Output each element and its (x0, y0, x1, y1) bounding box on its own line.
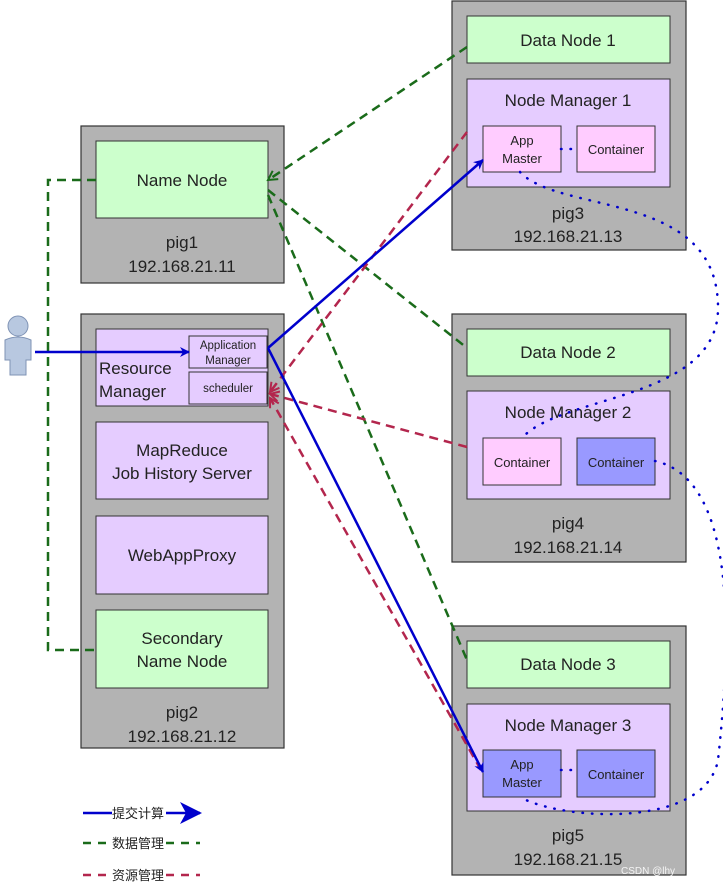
data-node-label: Data Node 1 (520, 31, 615, 50)
server-pig3: Data Node 1 Node Manager 1 App Master Co… (451, 0, 687, 251)
server-ip: 192.168.21.12 (128, 727, 237, 746)
hadoop-cluster-diagram: Name Node pig1 192.168.21.11 Resource Ma… (4, 0, 723, 883)
secondary-name-node (95, 609, 269, 689)
data-node-label: Data Node 2 (520, 343, 615, 362)
node-manager-label: Node Manager 3 (505, 716, 632, 735)
legend: 提交计算 数据管理 资源管理 (83, 802, 202, 883)
submit-arrow (266, 347, 485, 773)
server-pig5: Data Node 3 Node Manager 3 App Master Co… (451, 625, 687, 876)
person-icon (4, 315, 32, 376)
job-history-server (95, 421, 269, 500)
legend-submit-label: 提交计算 (112, 806, 164, 821)
legend-resource-label: 资源管理 (112, 868, 164, 883)
app-master-label: Master (502, 775, 542, 790)
app-master-label: Master (502, 151, 542, 166)
resource-manager-label: Resource (99, 359, 172, 378)
resource-line (270, 131, 468, 392)
scheduler-label: scheduler (203, 383, 253, 395)
job-history-label: Job History Server (112, 464, 252, 483)
resource-manager-label: Manager (99, 382, 166, 401)
server-pig1: Name Node pig1 192.168.21.11 (80, 125, 285, 284)
server-pig2: Resource Manager Application Manager sch… (80, 313, 285, 749)
server-pig4: Data Node 2 Node Manager 2 Container Con… (451, 313, 687, 563)
data-node-label: Data Node 3 (520, 655, 615, 674)
container-label: Container (494, 455, 551, 470)
server-ip: 192.168.21.15 (514, 850, 623, 869)
server-name: pig4 (552, 514, 584, 533)
container-label: Container (588, 767, 645, 782)
resource-line (270, 394, 468, 449)
container-label: Container (588, 142, 645, 157)
secondary-name-node-label: Name Node (137, 652, 228, 671)
application-manager-label: Application (200, 340, 256, 352)
server-ip: 192.168.21.13 (514, 227, 623, 246)
job-history-label: MapReduce (136, 441, 228, 460)
server-name: pig2 (166, 703, 198, 722)
server-name: pig1 (166, 233, 198, 252)
server-ip: 192.168.21.14 (514, 538, 623, 557)
server-ip: 192.168.21.11 (128, 257, 235, 276)
application-manager-label: Manager (205, 355, 251, 367)
resource-line (268, 398, 483, 771)
secondary-name-node-label: Secondary (141, 629, 223, 648)
legend-data-label: 数据管理 (112, 836, 164, 851)
server-name: pig5 (552, 826, 584, 845)
container-label: Container (588, 455, 645, 470)
watermark: CSDN @lhy (621, 866, 675, 877)
submit-arrow (267, 159, 484, 349)
name-node-label: Name Node (137, 171, 228, 190)
app-master-label: App (510, 757, 533, 772)
legend-data: 数据管理 (83, 836, 200, 851)
node-manager-label: Node Manager 1 (505, 91, 632, 110)
data-line (267, 189, 468, 349)
web-app-proxy-label: WebAppProxy (128, 546, 237, 565)
legend-resource: 资源管理 (83, 868, 200, 883)
resource-management-lines (268, 131, 483, 771)
server-name: pig3 (552, 204, 584, 223)
app-master-label: App (510, 133, 533, 148)
legend-submit: 提交计算 (83, 802, 202, 824)
data-line (268, 45, 468, 180)
